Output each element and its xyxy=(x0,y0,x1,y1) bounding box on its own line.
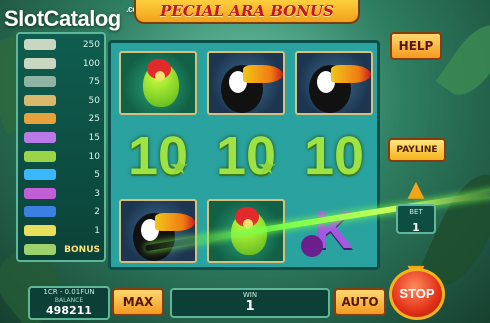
reel-cell xyxy=(115,195,201,265)
max-bet-button[interactable]: MAX xyxy=(112,288,164,316)
reel-cell xyxy=(115,47,201,117)
plum-icon xyxy=(301,235,323,257)
reel-cell: 10 ★ xyxy=(115,121,201,191)
paytable-value: 75 xyxy=(88,77,100,88)
paytable-row: 2 xyxy=(20,205,104,219)
reel-cell xyxy=(203,47,289,117)
nine-symbol xyxy=(24,206,56,218)
paytable-row: 50 xyxy=(20,94,104,108)
game-title-banner: PECIAL ARA BONUS xyxy=(134,0,360,24)
paytable-row: BONUS xyxy=(20,243,104,257)
toucan-symbol xyxy=(24,57,56,69)
paytable-value: 250 xyxy=(82,40,100,50)
toucan-symbol xyxy=(207,51,285,115)
paytable-value: 25 xyxy=(88,114,100,125)
butterfly-symbol xyxy=(24,76,56,88)
stop-button[interactable]: STOP xyxy=(389,268,445,320)
toucan-symbol xyxy=(295,51,373,115)
paytable-value: 1 xyxy=(94,226,100,236)
win-display: WIN 1 xyxy=(170,288,330,318)
king-symbol xyxy=(24,132,56,143)
slotcatalog-logo: SlotCatalog .com xyxy=(4,4,146,32)
paytable-value: BONUS xyxy=(64,244,100,255)
balance-value: 498211 xyxy=(46,304,92,317)
flower-symbol xyxy=(24,94,56,106)
paytable-row: 5 xyxy=(20,168,104,182)
paytable-row: 250 xyxy=(20,38,104,52)
king-symbol: K xyxy=(314,200,354,260)
parrot-symbol xyxy=(119,51,197,115)
paytable-row: 1 xyxy=(20,224,104,238)
paytable-row: 3 xyxy=(20,187,104,201)
payline-indicator: PAYLINE xyxy=(388,138,446,162)
parrot-symbol xyxy=(24,39,56,50)
win-value: 1 xyxy=(245,299,255,314)
ten-symbol: 10 xyxy=(303,126,365,186)
autoplay-button[interactable]: AUTO xyxy=(334,288,386,316)
paytable-value: 10 xyxy=(88,151,100,162)
reels-grid: 10 ★ 10 ★ 10 K xyxy=(108,40,490,270)
bet-label: BET xyxy=(409,208,423,216)
paytable-value: 100 xyxy=(82,58,100,69)
paytable-row: 75 xyxy=(20,75,104,89)
bet-display: BET 1 xyxy=(396,204,436,234)
bet-increase-icon[interactable]: ▲ xyxy=(402,179,430,201)
reel-cell: K xyxy=(291,195,377,265)
logo-text: SlotCatalog xyxy=(4,6,121,31)
reel-cell xyxy=(291,47,377,117)
queen-symbol xyxy=(24,150,56,162)
paytable-value: 15 xyxy=(88,133,100,143)
reel-cell: 10 ★ xyxy=(203,121,289,191)
paytable-row: 25 xyxy=(20,112,104,126)
ten-symbol xyxy=(24,187,56,199)
credit-rate: 1CR - 0.01FUN xyxy=(43,288,95,296)
jack-symbol xyxy=(24,169,56,181)
reel-cell: 10 xyxy=(291,121,377,191)
game-title: PECIAL ARA BONUS xyxy=(160,2,334,20)
balance-display: 1CR - 0.01FUN BALANCE 498211 xyxy=(28,286,110,320)
balance-label: BALANCE xyxy=(54,297,84,304)
paytable-panel: 250 100 75 50 25 15 10 5 3 2 1 BONUS xyxy=(16,32,106,262)
paytable-value: 50 xyxy=(88,95,100,106)
bet-value: 1 xyxy=(412,221,420,234)
bottom-bar: 1CR - 0.01FUN BALANCE 498211 MAX WIN 1 A… xyxy=(12,284,388,320)
right-control-panel: HELP PAYLINE ▲ BET 1 ▼ xyxy=(386,30,446,285)
paytable-value: 3 xyxy=(94,188,100,199)
help-button[interactable]: HELP xyxy=(390,32,442,60)
toucan-symbol xyxy=(119,199,197,263)
paytable-row: 100 xyxy=(20,57,104,71)
paytable-value: 5 xyxy=(94,170,100,181)
paytable-value: 2 xyxy=(94,207,100,218)
star-icon: ★ xyxy=(257,155,277,180)
bonus-symbol xyxy=(24,243,56,255)
paytable-row: 15 xyxy=(20,131,104,145)
star-icon: ★ xyxy=(169,155,189,180)
hundred-symbol xyxy=(24,225,56,236)
ace-symbol xyxy=(24,113,56,125)
paytable-row: 10 xyxy=(20,150,104,164)
